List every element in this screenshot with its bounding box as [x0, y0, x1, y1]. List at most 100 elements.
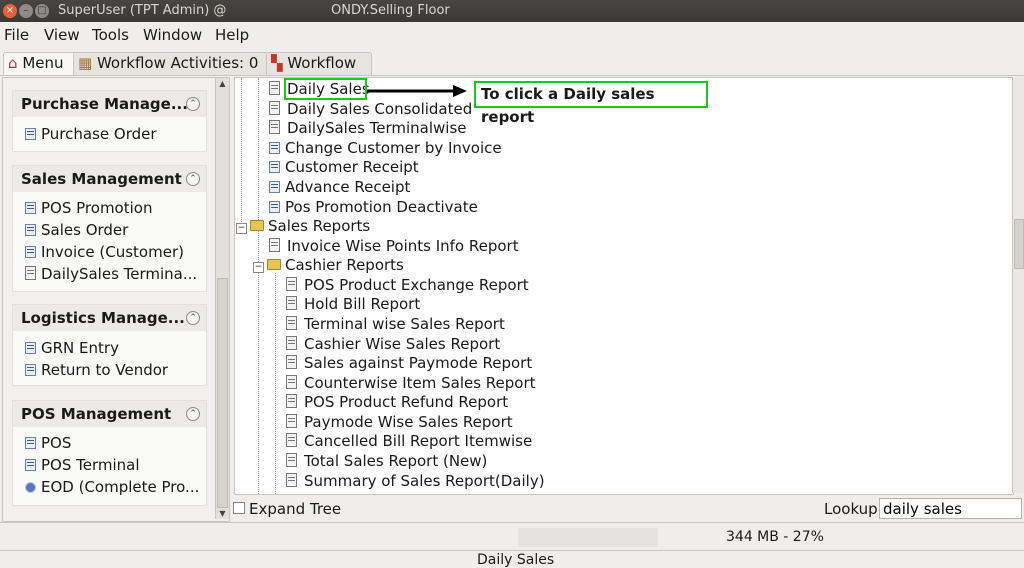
- tree-item-label: Cashier Reports: [285, 256, 404, 274]
- menu-help[interactable]: Help: [215, 26, 249, 44]
- sidebar-item-label: EOD (Complete Pro...: [41, 478, 200, 496]
- folder-open-icon: [250, 220, 264, 231]
- memory-status: 344 MB - 27%: [726, 529, 824, 545]
- tree-item-paymode-wise-sales[interactable]: Paymode Wise Sales Report: [286, 413, 513, 431]
- sidebar-section-header[interactable]: Purchase Manage... ⌃: [13, 91, 206, 117]
- collapse-toggle-icon[interactable]: −: [236, 223, 247, 234]
- lookup-label: Lookup: [824, 500, 878, 518]
- tree-item-label: Pos Promotion Deactivate: [285, 198, 478, 216]
- tab-divider: [0, 75, 1024, 76]
- sidebar-item-sales-order[interactable]: Sales Order: [25, 221, 128, 239]
- minimize-window-button[interactable]: –: [19, 4, 33, 18]
- memory-bar: [518, 528, 658, 547]
- scrollbar-thumb[interactable]: [1014, 219, 1024, 269]
- sidebar-item-pos-promotion[interactable]: POS Promotion: [25, 199, 152, 217]
- sidebar-item-dailysales-terminal[interactable]: DailySales Termina...: [25, 265, 197, 283]
- sidebar-item-label: Return to Vendor: [41, 361, 169, 379]
- tree-item-label: Change Customer by Invoice: [285, 139, 502, 157]
- collapse-toggle-icon[interactable]: −: [253, 262, 264, 273]
- sidebar-section-sales: Sales Management ⌃ POS Promotion Sales O…: [12, 165, 207, 292]
- scrollbar-thumb[interactable]: [217, 278, 228, 508]
- sidebar-section-title: Purchase Manage...: [21, 95, 188, 113]
- sidebar-section-header[interactable]: Sales Management ⌃: [13, 166, 206, 192]
- tree-item-terminal-wise-sales[interactable]: Terminal wise Sales Report: [286, 315, 505, 333]
- title-bar: × – □ SuperUser (TPT Admin) @ ONDY.Selli…: [0, 0, 1024, 22]
- tree-connector: [241, 78, 242, 226]
- tree-item-daily-sales-consolidated[interactable]: Daily Sales Consolidated: [269, 100, 472, 118]
- tree-item-label: Paymode Wise Sales Report: [304, 413, 513, 431]
- sidebar-item-label: POS: [41, 434, 72, 452]
- annotation-callout: To click a Daily sales report: [474, 81, 708, 126]
- sidebar-section-pos: POS Management ⌃ POS POS Terminal EOD (C…: [12, 400, 207, 506]
- tree-item-sales-against-paymode[interactable]: Sales against Paymode Report: [286, 354, 532, 372]
- tree-item-pos-product-refund[interactable]: POS Product Refund Report: [286, 393, 508, 411]
- tree-item-pos-promotion-deactivate[interactable]: Pos Promotion Deactivate: [269, 198, 478, 216]
- collapse-icon[interactable]: ⌃: [186, 97, 200, 111]
- sidebar-item-purchase-order[interactable]: Purchase Order: [25, 125, 157, 143]
- tree-item-label: Counterwise Item Sales Report: [304, 374, 536, 392]
- checkbox-icon[interactable]: [233, 502, 245, 514]
- tree-connector: [258, 78, 259, 494]
- tree-item-cancelled-bill[interactable]: Cancelled Bill Report Itemwise: [286, 432, 532, 450]
- sidebar-scrollbar[interactable]: ▲ ▼: [215, 78, 229, 519]
- sidebar-section-header[interactable]: Logistics Manage... ⌃: [13, 305, 206, 331]
- tab-menu-label: Menu: [22, 54, 64, 72]
- menu-view[interactable]: View: [44, 26, 80, 44]
- sidebar-item-grn-entry[interactable]: GRN Entry: [25, 339, 119, 357]
- close-window-button[interactable]: ×: [3, 4, 17, 18]
- sidebar-item-return-to-vendor[interactable]: Return to Vendor: [25, 361, 168, 379]
- tree-scrollbar[interactable]: [1012, 77, 1024, 493]
- sidebar-item-invoice-customer[interactable]: Invoice (Customer): [25, 243, 184, 261]
- tree-folder-sales-reports[interactable]: − Sales Reports: [236, 217, 370, 235]
- tree-item-label: Invoice Wise Points Info Report: [287, 237, 519, 255]
- collapse-icon[interactable]: ⌃: [186, 407, 200, 421]
- tab-workflow[interactable]: ▚ Workflow: [266, 52, 372, 76]
- menu-tools[interactable]: Tools: [92, 26, 129, 44]
- window-icon: [25, 224, 36, 236]
- collapse-icon[interactable]: ⌃: [186, 172, 200, 186]
- report-icon: [286, 277, 297, 291]
- sidebar-section-header[interactable]: POS Management ⌃: [13, 401, 206, 427]
- sidebar-item-pos[interactable]: POS: [25, 434, 71, 452]
- gear-icon: [25, 482, 36, 493]
- tree-item-advance-receipt[interactable]: Advance Receipt: [269, 178, 410, 196]
- report-icon: [286, 394, 297, 408]
- tree-folder-cashier-reports[interactable]: − Cashier Reports: [253, 256, 404, 274]
- tree-item-pos-product-exchange[interactable]: POS Product Exchange Report: [286, 276, 529, 294]
- tree-item-label: DailySales Terminalwise: [287, 119, 467, 137]
- sidebar-item-pos-terminal[interactable]: POS Terminal: [25, 456, 140, 474]
- sidebar-section-logistics: Logistics Manage... ⌃ GRN Entry Return t…: [12, 304, 207, 386]
- sidebar-section-purchase: Purchase Manage... ⌃ Purchase Order: [12, 90, 207, 152]
- maximize-window-button[interactable]: □: [35, 4, 49, 18]
- tab-menu[interactable]: ⌂ Menu: [3, 52, 77, 76]
- tab-workflow-activities[interactable]: ▦ Workflow Activities: 0: [73, 52, 269, 76]
- tree-item-label: Sales against Paymode Report: [304, 354, 533, 372]
- sidebar-item-label: DailySales Termina...: [41, 265, 198, 283]
- tree-item-dailysales-terminalwise[interactable]: DailySales Terminalwise: [269, 119, 467, 137]
- lookup-input[interactable]: [879, 498, 1022, 519]
- sidebar-item-eod[interactable]: EOD (Complete Pro...: [25, 478, 199, 496]
- expand-tree-checkbox[interactable]: Expand Tree: [233, 500, 341, 518]
- menu-window[interactable]: Window: [143, 26, 202, 44]
- tree-item-invoice-wise-points[interactable]: Invoice Wise Points Info Report: [269, 237, 519, 255]
- sidebar-item-label: GRN Entry: [41, 339, 119, 357]
- report-icon: [286, 336, 297, 350]
- tree-item-total-sales-new[interactable]: Total Sales Report (New): [286, 452, 487, 470]
- report-icon: [25, 266, 36, 280]
- calendar-icon: ▦: [78, 54, 93, 72]
- tree-item-summary-of-sales[interactable]: Summary of Sales Report(Daily): [286, 472, 545, 490]
- sidebar-section-title: POS Management: [21, 405, 172, 423]
- tree-connector: [275, 273, 276, 494]
- tree-item-hold-bill[interactable]: Hold Bill Report: [286, 295, 420, 313]
- tree-item-customer-receipt[interactable]: Customer Receipt: [269, 158, 419, 176]
- tree-item-change-customer[interactable]: Change Customer by Invoice: [269, 139, 502, 157]
- menu-file[interactable]: File: [4, 26, 29, 44]
- scroll-up-icon[interactable]: ▲: [217, 78, 228, 89]
- collapse-icon[interactable]: ⌃: [186, 311, 200, 325]
- tree-item-label: Cancelled Bill Report Itemwise: [304, 432, 533, 450]
- tree-item-cashier-wise-sales[interactable]: Cashier Wise Sales Report: [286, 335, 500, 353]
- tree-item-counterwise-item-sales[interactable]: Counterwise Item Sales Report: [286, 374, 536, 392]
- scroll-down-icon[interactable]: ▼: [217, 508, 228, 519]
- tree-item-label: Daily Sales Consolidated: [287, 100, 473, 118]
- window-title-location: ONDY.Selling Floor: [331, 3, 450, 18]
